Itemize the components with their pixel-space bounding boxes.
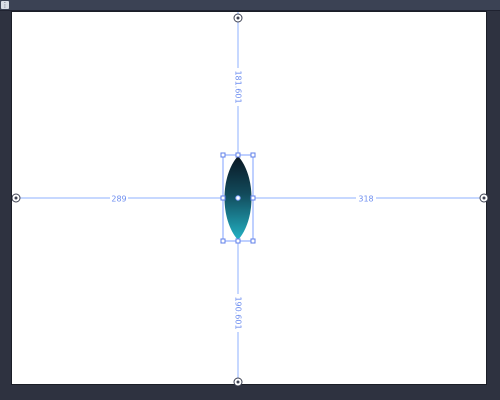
grid-icon[interactable]: ⋮ (1, 1, 9, 9)
center-point-handle[interactable] (235, 195, 241, 201)
top-toolbar-strip: ⋮ (0, 0, 500, 11)
measure-top-label: 181.601 (234, 70, 243, 103)
anchor-top-icon[interactable] (233, 13, 243, 23)
measure-right-label: 318 (358, 195, 373, 204)
measure-bottom-label: 190.601 (234, 296, 243, 329)
measure-left-label: 289 (111, 195, 126, 204)
anchor-bottom-icon[interactable] (233, 377, 243, 387)
anchor-left-icon[interactable] (11, 193, 21, 203)
design-window: ⋮ 181.601 190.601 289 318 (0, 0, 500, 400)
resize-handle-bottom-right[interactable] (250, 238, 256, 244)
resize-handle-bottom-center[interactable] (235, 238, 241, 244)
resize-handle-middle-left[interactable] (220, 195, 226, 201)
resize-handle-top-left[interactable] (220, 152, 226, 158)
canvas-svg: 181.601 190.601 289 318 (11, 12, 489, 387)
resize-handle-top-center[interactable] (235, 152, 241, 158)
anchor-right-icon[interactable] (479, 193, 489, 203)
resize-handle-top-right[interactable] (250, 152, 256, 158)
resize-handle-middle-right[interactable] (250, 195, 256, 201)
resize-handle-bottom-left[interactable] (220, 238, 226, 244)
artboard-canvas[interactable]: 181.601 190.601 289 318 (11, 11, 489, 387)
